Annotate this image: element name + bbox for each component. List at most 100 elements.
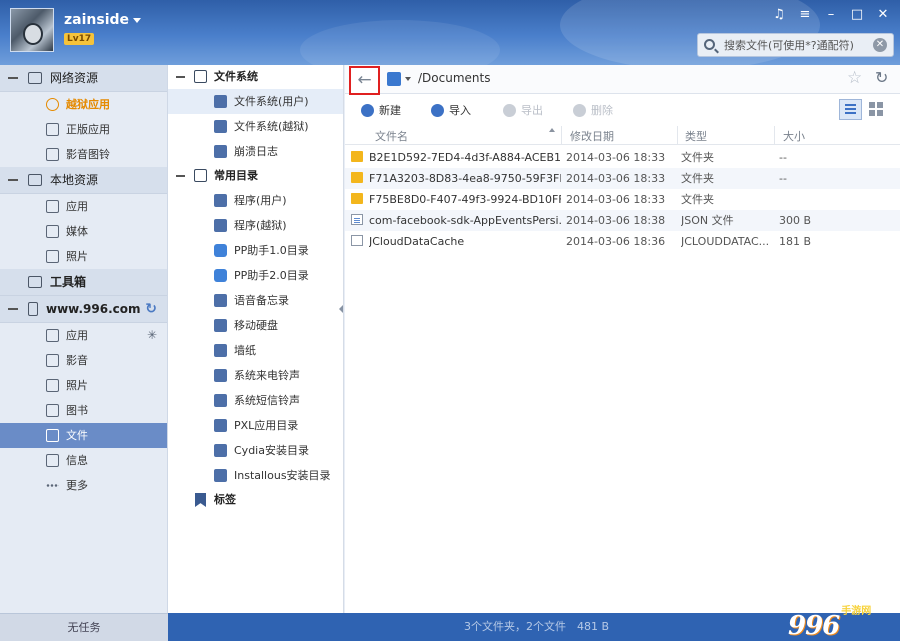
collapse-icon [176,76,185,78]
username[interactable]: zainside [64,12,142,28]
nav-group-toolbox[interactable]: 工具箱 [0,269,167,296]
col-size[interactable]: 大小 [783,128,805,144]
path-field[interactable]: /Documents [418,71,490,85]
col-type[interactable]: 类型 [685,128,707,144]
nav-group-label: 网络资源 [50,70,99,85]
user-folder-icon [214,120,227,133]
tree-item-system-ringtones[interactable]: 系统来电铃声 [168,363,343,388]
tree-item-usb-drive[interactable]: 移动硬盘 [168,313,343,338]
nav-group-label: 工具箱 [50,274,87,289]
close-button[interactable]: ✕ [874,6,892,24]
chevron-down-icon[interactable] [405,77,411,81]
table-row[interactable]: JCloudDataCache 2014-03-06 18:36 JCLOUDDAT… [345,231,900,252]
file-date: 2014-03-06 18:33 [566,193,666,206]
nav-item-device-media[interactable]: 影音 [0,348,167,373]
tree-item-pp1-dir[interactable]: PP助手1.0目录 [168,238,343,263]
refresh-icon[interactable]: ↻ [145,296,157,323]
list-view-icon[interactable] [839,99,862,120]
clear-icon[interactable]: ✕ [873,38,887,52]
nav-item-device-more[interactable]: 更多 [0,473,167,498]
column-divider[interactable] [677,126,678,145]
delete-icon [573,103,586,117]
nav-group-device[interactable]: www.996.com ↻ [0,296,167,323]
nav-item-device-photos[interactable]: 照片 [0,373,167,398]
file-icon [46,429,59,442]
username-text: zainside [64,12,130,28]
tree-section-filesystem[interactable]: 文件系统 [168,65,343,89]
nav-item-local-apps[interactable]: 应用 [0,194,167,219]
tree-item-filesystem-user[interactable]: 文件系统(用户) [168,89,343,114]
tree-section-common-dirs[interactable]: 常用目录 [168,164,343,188]
nav-item-jailbreak-apps[interactable]: 越狱应用 [0,92,167,117]
collapse-icon [8,77,18,79]
tree-item-crash-logs[interactable]: 崩溃日志 [168,139,343,164]
file-name: JCloudDataCache [369,235,465,248]
tree-item-sms-tones[interactable]: 系统短信铃声 [168,388,343,413]
column-divider[interactable] [561,126,562,145]
nav-item-device-apps[interactable]: 应用 ✳ [0,323,167,348]
pxl-icon [214,419,227,432]
video-icon [46,354,59,367]
column-divider[interactable] [774,126,775,145]
table-row[interactable]: com-facebook-sdk-AppEventsPersi... 2014-0… [345,210,900,231]
panel-splitter-handle[interactable] [339,305,343,313]
task-status[interactable]: 无任务 [0,613,168,641]
refresh-icon[interactable]: ↻ [875,68,888,87]
tree-section-bookmarks[interactable]: 标签 [168,488,343,512]
tree-item-label: 程序(越狱) [234,219,287,232]
nav-item-device-books[interactable]: 图书 [0,398,167,423]
file-type: JSON 文件 [681,214,734,227]
folder-icon [351,193,363,204]
tree-item-pxl-dir[interactable]: PXL应用目录 [168,413,343,438]
column-header: 文件名 修改日期 类型 大小 [345,126,900,145]
nav-item-local-media[interactable]: 媒体 [0,219,167,244]
new-button[interactable]: 新建 [361,102,401,118]
maximize-button[interactable]: □ [848,6,866,24]
photo-icon [46,379,59,392]
delete-button[interactable]: 删除 [573,102,613,118]
tree-item-cydia-dir[interactable]: Cydia安装目录 [168,438,343,463]
col-name[interactable]: 文件名 [375,128,408,144]
export-button[interactable]: 导出 [503,102,543,118]
star-icon[interactable]: ☆ [847,68,862,88]
file-size: -- [779,172,787,185]
nav-group-local[interactable]: 本地资源 [0,167,167,194]
nav-item-device-files[interactable]: 文件 [0,423,167,448]
grid-view-icon[interactable] [869,102,883,116]
minimize-button[interactable]: – [822,6,840,24]
delete-button-label: 删除 [591,104,613,117]
tree-item-voice-memos[interactable]: 语音备忘录 [168,288,343,313]
search-input[interactable] [724,37,872,53]
tree-item-programs-user[interactable]: 程序(用户) [168,188,343,213]
tree-item-filesystem-jailbreak[interactable]: 文件系统(越狱) [168,114,343,139]
status-summary: 3个文件夹，2个文件 481 B [464,620,610,633]
ringtone-icon [214,369,227,382]
nav-group-label: www.996.com [46,301,141,316]
watermark-logo: 996 手游网 [788,606,871,640]
home-icon [28,72,42,84]
music-icon[interactable]: ♫ [770,6,788,24]
table-row[interactable]: F71A3203-8D83-4ea8-9750-59F3FB... 2014-03… [345,168,900,189]
tree-item-programs-jailbreak[interactable]: 程序(越狱) [168,213,343,238]
table-row[interactable]: F75BE8D0-F407-49f3-9924-BD10FF... 2014-03… [345,189,900,210]
chevron-down-icon [133,17,142,23]
nav-item-media-ringtones[interactable]: 影音图铃 [0,142,167,167]
back-button[interactable]: ← [349,66,380,95]
col-date[interactable]: 修改日期 [570,128,614,144]
nav-item-local-photos[interactable]: 照片 [0,244,167,269]
avatar[interactable] [10,8,54,52]
usb-icon [214,319,227,332]
nav-item-genuine-apps[interactable]: 正版应用 [0,117,167,142]
export-icon [503,103,516,117]
menu-icon[interactable]: ≡ [796,6,814,24]
device-drive-icon[interactable] [387,72,401,86]
apps-grid-icon [46,200,59,213]
tree-item-installous-dir[interactable]: Installous安装目录 [168,463,343,488]
nav-group-network[interactable]: 网络资源 [0,65,167,92]
tree-item-pp2-dir[interactable]: PP助手2.0目录 [168,263,343,288]
table-row[interactable]: B2E1D592-7ED4-4d3f-A884-ACEB1... 2014-03-… [345,147,900,168]
import-button[interactable]: 导入 [431,102,471,118]
tree-item-label: PXL应用目录 [234,419,299,432]
nav-item-device-messages[interactable]: 信息 [0,448,167,473]
tree-item-wallpaper[interactable]: 墙纸 [168,338,343,363]
